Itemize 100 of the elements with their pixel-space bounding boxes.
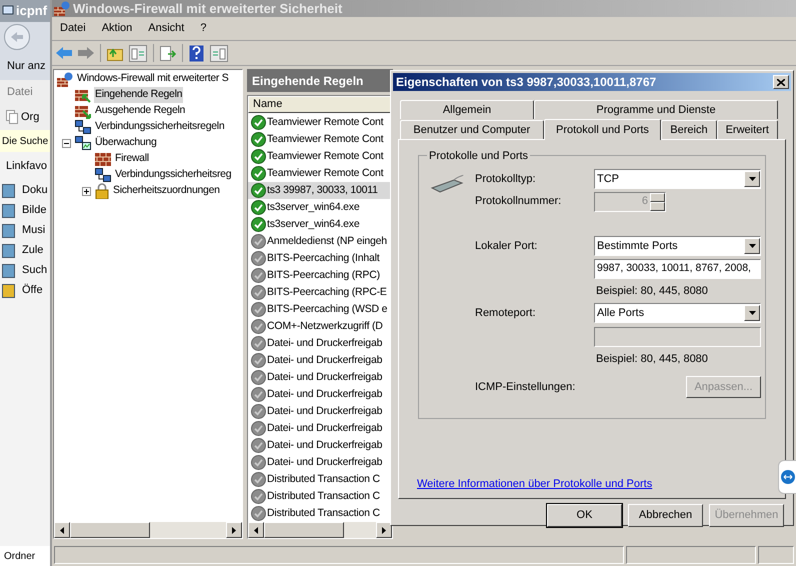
dropdown-select[interactable]: Bestimmte Ports xyxy=(594,236,761,256)
firewall-globe-icon xyxy=(54,1,70,16)
rule-name: Teamviewer Remote Cont xyxy=(267,114,384,130)
scroll-left-icon[interactable] xyxy=(60,526,64,534)
info-link[interactable]: Weitere Informationen über Protokolle und Ports xyxy=(417,476,652,492)
scroll-right-icon[interactable] xyxy=(232,526,236,534)
menu-item[interactable]: ? xyxy=(200,20,206,37)
brick-wall-icon xyxy=(95,152,111,166)
rule-row[interactable]: Anmeldedienst (NP eingeh xyxy=(248,233,392,250)
rule-row[interactable]: Teamviewer Remote Cont xyxy=(248,165,392,182)
scroll-right-icon[interactable] xyxy=(382,526,386,534)
tree-item[interactable]: Ausgehende Regeln xyxy=(94,103,186,119)
dialog-button[interactable]: OK xyxy=(547,504,622,527)
rule-name: Distributed Transaction C xyxy=(267,472,380,487)
rule-name: Distributed Transaction C xyxy=(267,488,380,504)
collapse-toggle-icon[interactable] xyxy=(62,138,71,148)
firewall-globe-icon xyxy=(57,72,73,86)
example-hint: Beispiel: 80, 445, 8080 xyxy=(596,352,708,367)
rule-name: Datei- und Druckerfreigab xyxy=(267,370,382,385)
menu-item[interactable]: Datei xyxy=(60,20,86,37)
expand-toggle-icon[interactable] xyxy=(82,186,91,196)
menu-item[interactable]: Aktion xyxy=(102,20,132,37)
dropdown-select[interactable]: Alle Ports xyxy=(594,303,761,323)
dialog-tab[interactable]: Protokoll und Ports xyxy=(544,119,662,140)
remote-support-tab[interactable] xyxy=(778,460,796,494)
rule-name: Datei- und Druckerfreigab xyxy=(267,404,382,419)
rule-row[interactable]: Datei- und Druckerfreigab xyxy=(248,420,392,437)
tree-item[interactable]: Verbindungssicherheitsregeln xyxy=(94,119,226,135)
tree-item[interactable]: Überwachung xyxy=(94,135,158,151)
rule-row[interactable]: Datei- und Druckerfreigab xyxy=(248,335,392,352)
rule-name: ts3server_win64.exe xyxy=(267,216,360,232)
menu-item[interactable]: Ansicht xyxy=(148,20,184,37)
rule-row[interactable]: Datei- und Druckerfreigab xyxy=(248,352,392,369)
rule-name: ts3 39987, 30033, 10011 xyxy=(267,182,378,198)
folder-icon xyxy=(2,242,16,258)
rule-name: Datei- und Druckerfreigab xyxy=(267,438,382,453)
dialog-tab[interactable]: Bereich xyxy=(661,120,717,139)
folder-icon xyxy=(2,202,16,218)
export-list-icon[interactable] xyxy=(160,46,176,60)
rule-row[interactable]: BITS-Peercaching (Inhalt xyxy=(248,250,392,267)
show-hide-action-pane-icon[interactable] xyxy=(210,44,228,62)
rule-name: Teamviewer Remote Cont xyxy=(267,148,384,164)
rule-row[interactable]: BITS-Peercaching (WSD e xyxy=(248,301,392,318)
example-hint: Beispiel: 80, 445, 8080 xyxy=(596,284,708,299)
rule-row[interactable]: ts3server_win64.exe xyxy=(248,199,392,216)
rule-name: Datei- und Druckerfreigab xyxy=(267,336,382,351)
favorite-link[interactable]: Such xyxy=(22,262,48,278)
rule-row[interactable]: Distributed Transaction C xyxy=(248,471,392,488)
favorite-link[interactable]: Öffe xyxy=(22,282,43,298)
tree-item[interactable]: Sicherheitszuordnungen xyxy=(112,183,221,199)
close-icon xyxy=(777,78,785,86)
rule-row[interactable]: Datei- und Druckerfreigab xyxy=(248,369,392,386)
rule-row[interactable]: Datei- und Druckerfreigab xyxy=(248,403,392,420)
show-hide-tree-icon[interactable] xyxy=(129,44,147,62)
rule-row[interactable]: Datei- und Druckerfreigab xyxy=(248,454,392,471)
scroll-left-icon[interactable] xyxy=(254,526,258,534)
tree-item[interactable]: Windows-Firewall mit erweiterter S xyxy=(76,71,230,87)
pages-icon xyxy=(6,110,18,124)
computer-icon xyxy=(2,5,14,17)
rule-row[interactable]: COM+-Netzwerkzugriff (D xyxy=(248,318,392,335)
favorite-link[interactable]: Bilde xyxy=(22,202,46,218)
column-header[interactable]: Name xyxy=(248,96,392,113)
rule-row[interactable]: Teamviewer Remote Cont xyxy=(248,148,392,165)
field-label: Protokolltyp: xyxy=(475,172,537,187)
rule-row[interactable]: ts3server_win64.exe xyxy=(248,216,392,233)
double-arrow-circle-icon xyxy=(781,470,795,484)
tree-item[interactable]: Firewall xyxy=(114,151,150,167)
rule-row[interactable]: BITS-Peercaching (RPC-E xyxy=(248,284,392,301)
help-icon[interactable] xyxy=(189,44,204,62)
rule-row[interactable]: Teamviewer Remote Cont xyxy=(248,131,392,148)
rule-row[interactable]: Distributed Transaction C xyxy=(248,488,392,505)
tree-item[interactable]: Verbindungssicherheitsreg xyxy=(114,167,232,183)
rule-row[interactable]: BITS-Peercaching (RPC) xyxy=(248,267,392,284)
rule-row[interactable]: Distributed Transaction C xyxy=(248,505,392,522)
dropdown-select[interactable]: TCP xyxy=(594,169,761,189)
dialog-tab[interactable]: Benutzer und Computer xyxy=(400,120,544,139)
close-button[interactable] xyxy=(773,75,789,89)
network-computers-icon xyxy=(75,120,91,134)
horizontal-scrollbar[interactable] xyxy=(54,522,242,538)
favorite-link[interactable]: Zule xyxy=(22,242,44,258)
horizontal-scrollbar[interactable] xyxy=(248,522,392,538)
dialog-button[interactable]: Abbrechen xyxy=(628,504,703,527)
favorite-link[interactable]: Musi xyxy=(22,222,46,238)
dialog-tab[interactable]: Erweitert xyxy=(716,120,778,139)
wall-arrow-out-icon xyxy=(75,104,91,118)
dialog-tab[interactable]: Programme und Dienste xyxy=(534,100,778,119)
rule-name: Datei- und Druckerfreigab xyxy=(267,386,382,402)
ports-input[interactable]: 9987, 30033, 10011, 8767, 2008, xyxy=(594,259,761,279)
rule-name: Teamviewer Remote Cont xyxy=(267,166,384,181)
rule-row[interactable]: Datei- und Druckerfreigab xyxy=(248,437,392,454)
tree-item[interactable]: Eingehende Regeln xyxy=(94,87,184,103)
folder-icon xyxy=(2,182,16,198)
favorite-link[interactable]: Doku xyxy=(22,182,48,198)
rule-row[interactable]: Teamviewer Remote Cont xyxy=(248,114,392,131)
rule-row[interactable]: Datei- und Druckerfreigab xyxy=(248,386,392,403)
folder-icon xyxy=(2,282,16,298)
rule-row[interactable]: ts3 39987, 30033, 10011 xyxy=(248,182,392,199)
rule-name: BITS-Peercaching (WSD e xyxy=(267,302,388,317)
padlock-icon xyxy=(95,183,109,199)
dialog-tab[interactable]: Allgemein xyxy=(400,100,534,119)
